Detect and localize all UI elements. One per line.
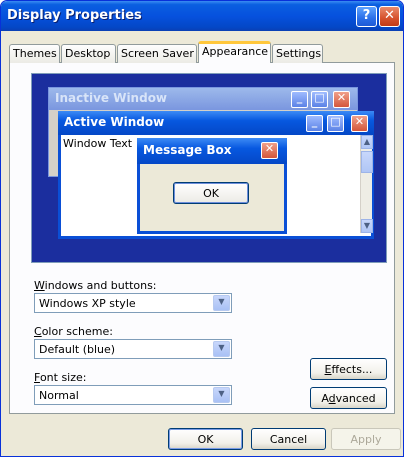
cancel-button[interactable]: Cancel [251, 428, 326, 450]
windows-buttons-label: Windows and buttons: [34, 279, 157, 292]
apply-button[interactable]: Apply [331, 428, 401, 450]
preview-message-box: Message Box ✕ OK [137, 138, 287, 234]
help-button[interactable]: ? [356, 6, 377, 27]
window-text: Window Text [63, 137, 133, 150]
color-scheme-label: Color scheme: [34, 325, 113, 338]
maximize-icon: □ [327, 115, 344, 132]
chevron-down-icon[interactable]: ▼ [213, 387, 230, 403]
font-size-label: Font size: [34, 371, 87, 384]
display-properties-window: Display Properties ? ✕ Themes Desktop Sc… [0, 0, 404, 457]
scroll-thumb [361, 151, 373, 173]
minimize-icon: _ [306, 115, 323, 132]
tab-settings[interactable]: Settings [272, 44, 323, 63]
windows-buttons-select[interactable]: Windows XP style ▼ [34, 293, 232, 313]
windows-buttons-value: Windows XP style [39, 297, 136, 310]
close-icon: ✕ [333, 91, 350, 108]
preview-scrollbar: ▲ ▼ [360, 135, 373, 233]
minimize-icon: _ [291, 91, 308, 108]
title-bar[interactable]: Display Properties ? ✕ [1, 1, 403, 31]
effects-button[interactable]: Effects... [310, 358, 387, 380]
tab-themes[interactable]: Themes [9, 44, 60, 63]
tab-appearance[interactable]: Appearance [198, 41, 271, 63]
maximize-icon: □ [311, 91, 328, 108]
message-box-ok: OK [173, 182, 249, 204]
font-size-value: Normal [39, 389, 79, 402]
tab-desktop[interactable]: Desktop [61, 44, 116, 63]
close-icon: ✕ [384, 8, 395, 23]
scroll-down-icon: ▼ [361, 219, 373, 233]
ok-button[interactable]: OK [168, 428, 243, 450]
close-button[interactable]: ✕ [379, 6, 400, 27]
chevron-down-icon[interactable]: ▼ [213, 341, 230, 357]
font-size-select[interactable]: Normal ▼ [34, 385, 232, 405]
close-icon: ✕ [261, 142, 278, 159]
advanced-button[interactable]: Advanced [310, 387, 387, 409]
help-icon: ? [362, 8, 371, 23]
color-scheme-value: Default (blue) [39, 343, 116, 356]
window-title: Display Properties [7, 8, 142, 23]
tab-screen-saver[interactable]: Screen Saver [117, 44, 197, 63]
close-icon: ✕ [351, 115, 368, 132]
color-scheme-select[interactable]: Default (blue) ▼ [34, 339, 232, 359]
chevron-down-icon[interactable]: ▼ [213, 295, 230, 311]
scroll-up-icon: ▲ [361, 135, 373, 149]
